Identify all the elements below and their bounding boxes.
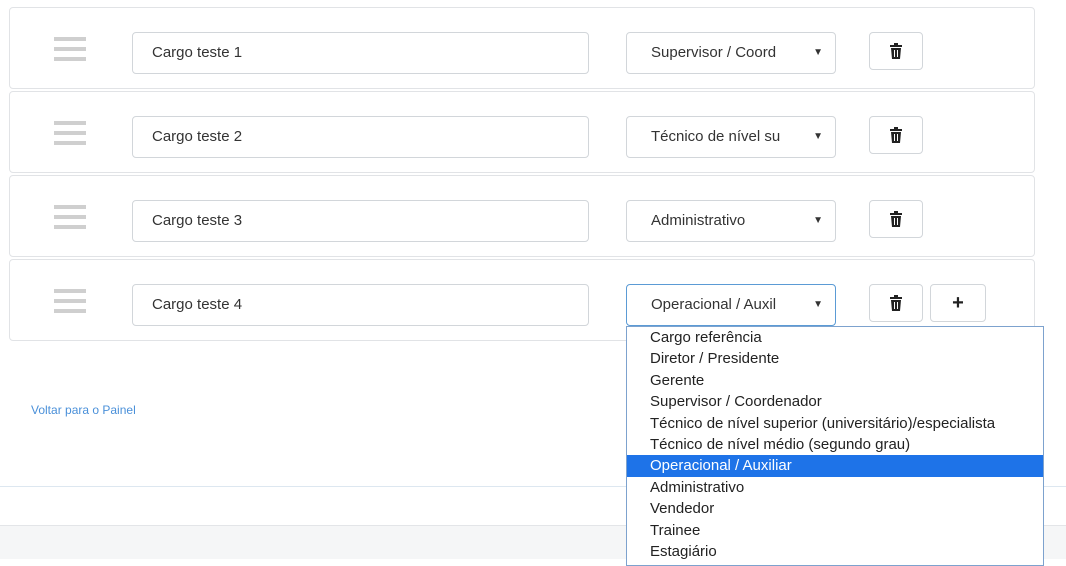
dropdown-option[interactable]: Cargo referência <box>627 327 1043 348</box>
dropdown-option[interactable]: Trainee <box>627 520 1043 541</box>
dropdown-option[interactable]: Técnico de nível superior (universitário… <box>627 413 1043 434</box>
delete-button[interactable] <box>869 284 923 322</box>
job-name-input[interactable]: Cargo teste 2 <box>132 116 589 158</box>
trash-icon <box>890 43 902 59</box>
dropdown-option[interactable]: Supervisor / Coordenador <box>627 391 1043 412</box>
job-name-input[interactable]: Cargo teste 4 <box>132 284 589 326</box>
dropdown-option[interactable]: Vendedor <box>627 498 1043 519</box>
trash-icon <box>890 127 902 143</box>
category-dropdown-list[interactable]: Cargo referência Diretor / Presidente Gere… <box>626 326 1044 566</box>
job-category-select[interactable]: Supervisor / Coord ▼ <box>626 32 836 74</box>
drag-handle-icon[interactable] <box>54 37 86 61</box>
drag-handle-icon[interactable] <box>54 289 86 313</box>
job-row-3: Cargo teste 3 Administrativo ▼ <box>9 175 1035 257</box>
dropdown-option[interactable]: Estagiário <box>627 541 1043 562</box>
select-value: Administrativo <box>651 212 746 229</box>
job-category-select[interactable]: Administrativo ▼ <box>626 200 836 242</box>
select-value: Operacional / Auxil <box>651 296 777 313</box>
job-row-2: Cargo teste 2 Técnico de nível su ▼ <box>9 91 1035 173</box>
select-value: Técnico de nível su <box>651 128 781 145</box>
chevron-down-icon: ▼ <box>813 131 823 142</box>
trash-icon <box>890 211 902 227</box>
back-to-dashboard-link[interactable]: Voltar para o Painel <box>31 403 136 417</box>
dropdown-option[interactable]: Diretor / Presidente <box>627 348 1043 369</box>
dropdown-option[interactable]: Administrativo <box>627 477 1043 498</box>
job-category-select[interactable]: Técnico de nível su ▼ <box>626 116 836 158</box>
job-row-1: Cargo teste 1 Supervisor / Coord ▼ <box>9 7 1035 89</box>
delete-button[interactable] <box>869 32 923 70</box>
job-name-input[interactable]: Cargo teste 3 <box>132 200 589 242</box>
dropdown-option[interactable]: Gerente <box>627 370 1043 391</box>
drag-handle-icon[interactable] <box>54 205 86 229</box>
job-name-input[interactable]: Cargo teste 1 <box>132 32 589 74</box>
chevron-down-icon: ▼ <box>813 215 823 226</box>
dropdown-option[interactable]: Técnico de nível médio (segundo grau) <box>627 434 1043 455</box>
select-value: Supervisor / Coord <box>651 44 777 61</box>
dropdown-option[interactable]: Operacional / Auxiliar <box>627 455 1043 477</box>
chevron-down-icon: ▼ <box>813 299 823 310</box>
chevron-down-icon: ▼ <box>813 47 823 58</box>
job-category-select[interactable]: Operacional / Auxil ▼ <box>626 284 836 326</box>
delete-button[interactable] <box>869 200 923 238</box>
drag-handle-icon[interactable] <box>54 121 86 145</box>
trash-icon <box>890 295 902 311</box>
plus-icon: + <box>952 292 964 314</box>
add-row-button[interactable]: + <box>930 284 986 322</box>
delete-button[interactable] <box>869 116 923 154</box>
